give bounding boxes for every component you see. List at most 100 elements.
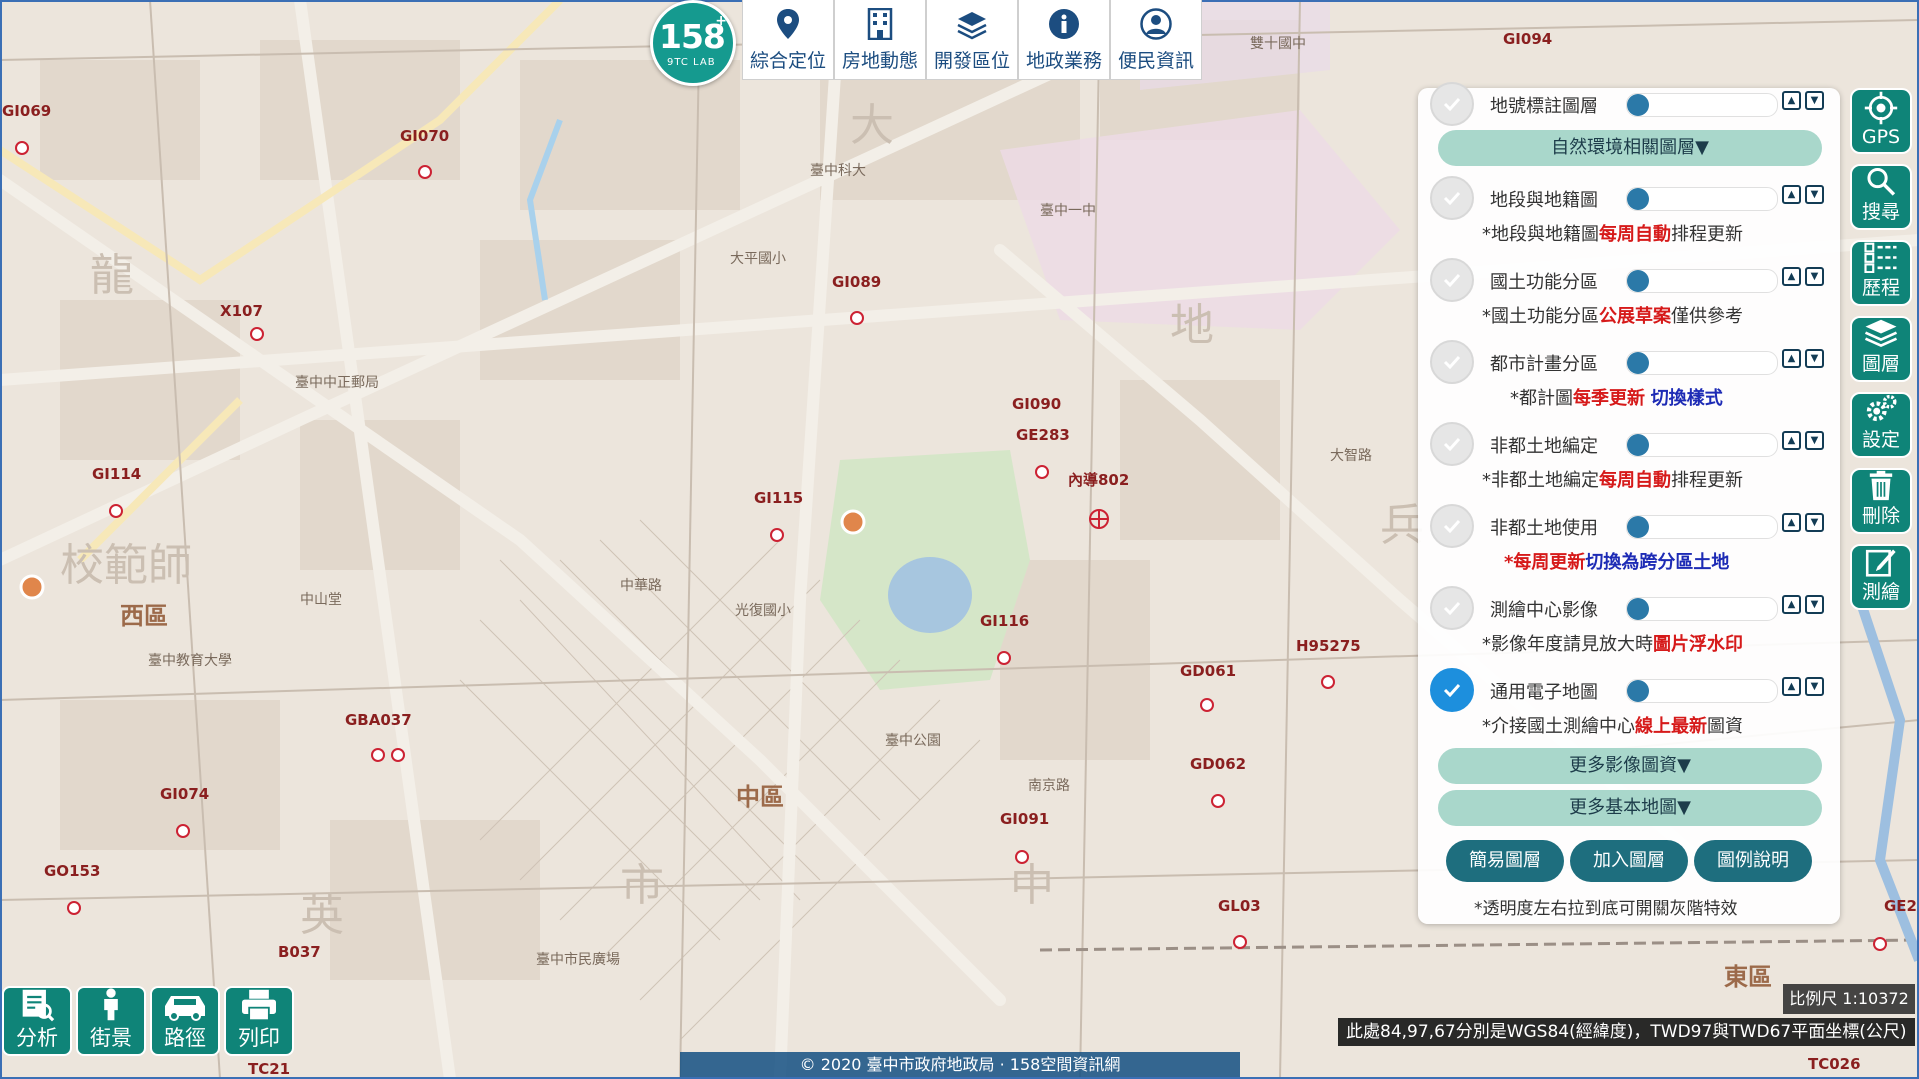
real-estate-label: 房地動態 <box>841 50 918 72</box>
layers-button[interactable]: 圖層 <box>1850 316 1912 382</box>
opacity-slider[interactable] <box>1626 269 1778 293</box>
move-down-button[interactable]: ▼ <box>1805 91 1824 110</box>
svg-text:龍: 龍 <box>90 250 134 301</box>
real-estate-button[interactable]: 房地動態 <box>834 0 926 80</box>
search-button[interactable]: 搜尋 <box>1850 164 1912 230</box>
development-button[interactable]: 開發區位 <box>926 0 1018 80</box>
nature-layers-toggle[interactable]: 自然環境相關圖層▼ <box>1438 130 1822 166</box>
opacity-slider[interactable] <box>1626 597 1778 621</box>
slider-knob[interactable] <box>1627 94 1649 116</box>
move-up-button[interactable]: ▲ <box>1782 185 1801 204</box>
move-up-button[interactable]: ▲ <box>1782 267 1801 286</box>
land-admin-button[interactable]: 地政業務 <box>1018 0 1110 80</box>
pencil-edit-icon <box>1865 549 1896 577</box>
opacity-slider[interactable] <box>1626 515 1778 539</box>
layer-checkbox[interactable] <box>1430 340 1474 384</box>
panel-footer-note: *透明度左右拉到底可開關灰階特效 <box>1474 899 1738 919</box>
layer-name: 測繪中心影像 <box>1490 600 1598 621</box>
opacity-slider[interactable] <box>1626 433 1778 457</box>
top-toolbar: 158 + 9TC LAB 綜合定位 房地動態 開發區位 地政業務 便民資訊 <box>650 0 1202 86</box>
place-label: 臺中公園 <box>885 733 941 749</box>
svg-text:雙十國中: 雙十國中 <box>1250 36 1306 52</box>
street-view-button[interactable]: 街景 <box>76 986 146 1056</box>
layer-name: 地號標註圖層 <box>1490 96 1598 117</box>
svg-text:GI094: GI094 <box>1503 30 1552 48</box>
move-down-button[interactable]: ▼ <box>1805 677 1824 696</box>
move-up-button[interactable]: ▲ <box>1782 595 1801 614</box>
slider-knob[interactable] <box>1627 188 1649 210</box>
move-down-button[interactable]: ▼ <box>1805 595 1824 614</box>
layer-checkbox[interactable] <box>1430 586 1474 630</box>
gps-crosshair-icon <box>1864 91 1898 125</box>
svg-text:GI070: GI070 <box>400 127 449 145</box>
move-down-button[interactable]: ▼ <box>1805 185 1824 204</box>
legend-button[interactable]: 圖例說明 <box>1694 840 1812 882</box>
more-basemap-toggle[interactable]: 更多基本地圖▼ <box>1438 790 1822 826</box>
move-down-button[interactable]: ▼ <box>1805 513 1824 532</box>
svg-text:南京路: 南京路 <box>1028 778 1070 794</box>
locate-button[interactable]: 綜合定位 <box>742 0 834 80</box>
layer-note: *介接國土測繪中心線上最新圖資 <box>1482 716 1743 737</box>
svg-text:H95275: H95275 <box>1296 637 1361 655</box>
svg-text:GO153: GO153 <box>44 862 100 880</box>
opacity-slider[interactable] <box>1626 679 1778 703</box>
slider-knob[interactable] <box>1627 434 1649 456</box>
move-down-button[interactable]: ▼ <box>1805 349 1824 368</box>
move-up-button[interactable]: ▲ <box>1782 349 1801 368</box>
route-button[interactable]: 路徑 <box>150 986 220 1056</box>
move-down-button[interactable]: ▼ <box>1805 267 1824 286</box>
layer-checkbox[interactable] <box>1430 258 1474 302</box>
history-label: 歷程 <box>1861 277 1900 299</box>
svg-text:TC21: TC21 <box>248 1060 290 1078</box>
layer-checkbox[interactable] <box>1430 668 1474 712</box>
layer-name: 地段與地籍圖 <box>1490 190 1598 211</box>
opacity-slider[interactable] <box>1626 187 1778 211</box>
move-up-button[interactable]: ▲ <box>1782 513 1801 532</box>
layer-checkbox[interactable] <box>1430 504 1474 548</box>
opacity-slider[interactable] <box>1626 351 1778 375</box>
layer-checkbox[interactable] <box>1430 82 1474 126</box>
svg-text:GI115: GI115 <box>754 489 803 507</box>
layer-note: *都計圖每季更新 切換樣式 <box>1510 388 1723 409</box>
move-up-button[interactable]: ▲ <box>1782 431 1801 450</box>
layer-panel: 地號標註圖層 ▲ ▼ 自然環境相關圖層▼ 地段與地籍圖 ▲ ▼ *地段與地籍圖每周自… <box>1418 82 1840 924</box>
slider-knob[interactable] <box>1627 680 1649 702</box>
gps-button[interactable]: GPS <box>1850 88 1912 154</box>
layer-checkbox[interactable] <box>1430 422 1474 466</box>
add-layer-button[interactable]: 加入圖層 <box>1570 840 1688 882</box>
more-imagery-toggle[interactable]: 更多影像圖資▼ <box>1438 748 1822 784</box>
svg-text:中山堂: 中山堂 <box>300 592 342 608</box>
move-up-button[interactable]: ▲ <box>1782 677 1801 696</box>
layers-label: 圖層 <box>1861 353 1900 375</box>
measure-button[interactable]: 測繪 <box>1850 544 1912 610</box>
measure-label: 測繪 <box>1861 581 1900 603</box>
slider-knob[interactable] <box>1627 270 1649 292</box>
slider-knob[interactable] <box>1627 352 1649 374</box>
analysis-button[interactable]: 分析 <box>2 986 72 1056</box>
svg-text:中: 中 <box>1010 860 1054 911</box>
move-up-button[interactable]: ▲ <box>1782 91 1801 110</box>
switch-cross-zone-link[interactable]: 切換為跨分區土地 <box>1585 552 1729 573</box>
slider-knob[interactable] <box>1627 598 1649 620</box>
opacity-slider[interactable] <box>1626 93 1778 117</box>
svg-text:GI091: GI091 <box>1000 810 1049 828</box>
user-icon <box>1140 8 1172 40</box>
svg-text:GL03: GL03 <box>1218 897 1261 915</box>
move-down-button[interactable]: ▼ <box>1805 431 1824 450</box>
layer-checkbox[interactable] <box>1430 176 1474 220</box>
layer-note: *國土功能分區公展草案僅供參考 <box>1482 306 1743 327</box>
delete-button[interactable]: 刪除 <box>1850 468 1912 534</box>
public-info-button[interactable]: 便民資訊 <box>1110 0 1202 80</box>
history-button[interactable]: 歷程 <box>1850 240 1912 306</box>
settings-button[interactable]: 設定 <box>1850 392 1912 458</box>
svg-text:市: 市 <box>620 860 664 911</box>
site-logo[interactable]: 158 + 9TC LAB <box>650 0 736 86</box>
svg-text:GD061: GD061 <box>1180 662 1236 680</box>
switch-style-link[interactable]: 切換樣式 <box>1651 388 1723 409</box>
simple-layers-button[interactable]: 簡易圖層 <box>1446 840 1564 882</box>
print-button[interactable]: 列印 <box>224 986 294 1056</box>
place-label: 臺中科大 <box>810 163 866 179</box>
layer-note: *影像年度請見放大時圖片浮水印 <box>1482 634 1743 655</box>
svg-text:大智路: 大智路 <box>1330 448 1372 464</box>
slider-knob[interactable] <box>1627 516 1649 538</box>
